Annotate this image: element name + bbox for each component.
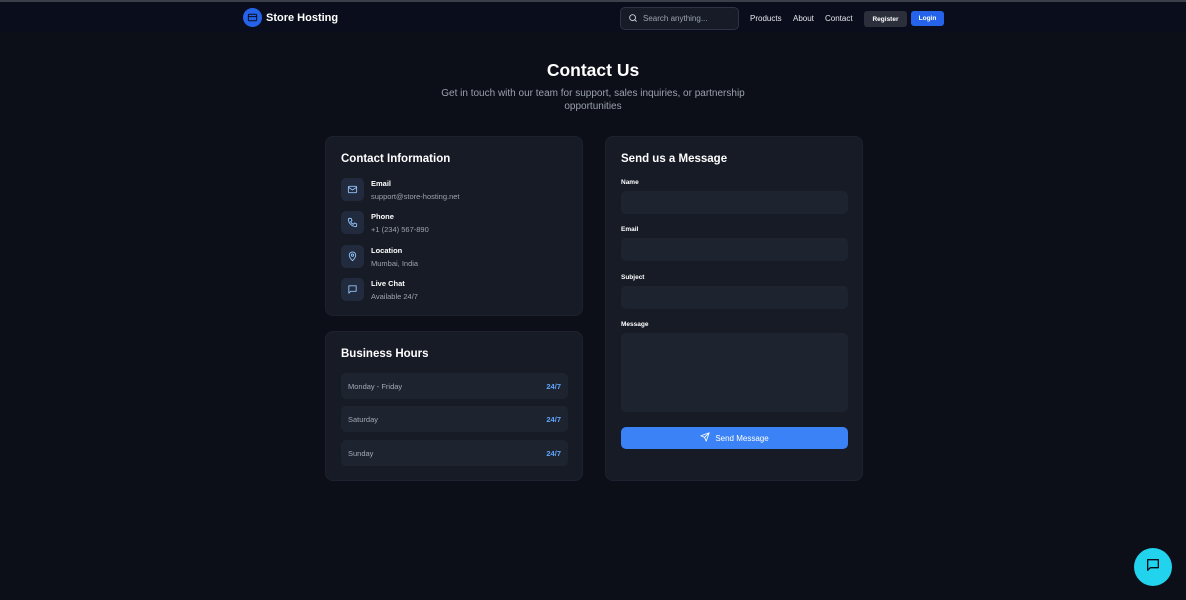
- search-box[interactable]: [620, 7, 739, 30]
- hours-value: 24/7: [546, 381, 561, 391]
- page-title: Contact Us: [546, 60, 640, 80]
- mail-icon: [341, 178, 364, 201]
- email-field[interactable]: [621, 238, 848, 261]
- contact-item-label: Location: [371, 245, 403, 255]
- live-chat-button[interactable]: [1134, 548, 1172, 586]
- contact-info-card: Contact Information Email support@store-…: [325, 136, 583, 316]
- contact-item-label: Email: [371, 178, 392, 188]
- message-form-title: Send us a Message: [621, 153, 728, 165]
- message-form-card: Send us a Message Name Email Subject Mes…: [605, 136, 863, 481]
- top-navbar: Store Hosting Products About Contact Reg…: [0, 2, 1186, 32]
- contact-item-label: Phone: [371, 211, 394, 221]
- phone-icon: [341, 211, 364, 234]
- hours-day: Sunday: [348, 448, 374, 458]
- contact-item-value: Mumbai, India: [371, 258, 419, 268]
- page-subtitle: Get in touch with our team for support, …: [441, 88, 745, 112]
- send-message-label: Send Message: [715, 433, 769, 443]
- subject-field[interactable]: [621, 286, 848, 309]
- contact-info-title: Contact Information: [341, 153, 451, 165]
- search-icon: [628, 10, 638, 28]
- chat-bubble-icon: [341, 278, 364, 301]
- hours-row: Sunday 24/7: [341, 440, 568, 466]
- contact-item-live-chat: Live Chat Available 24/7: [341, 278, 418, 301]
- store-icon: [243, 8, 262, 27]
- chat-bubble-icon: [1145, 557, 1161, 578]
- contact-item-value: Available 24/7: [371, 291, 418, 301]
- message-textarea[interactable]: [621, 333, 848, 412]
- brand-name: Store Hosting: [266, 11, 339, 24]
- login-button[interactable]: Login: [911, 11, 944, 26]
- hours-row: Monday - Friday 24/7: [341, 373, 568, 399]
- contact-item-value: support@store-hosting.net: [371, 191, 460, 201]
- hours-day: Monday - Friday: [348, 381, 403, 391]
- business-hours-title: Business Hours: [341, 348, 429, 360]
- nav-contact[interactable]: Contact: [825, 14, 853, 23]
- hours-value: 24/7: [546, 448, 561, 458]
- business-hours-card: Business Hours Monday - Friday 24/7 Satu…: [325, 331, 583, 481]
- contact-item-value: +1 (234) 567-890: [371, 224, 429, 234]
- register-button[interactable]: Register: [864, 11, 907, 27]
- nav-products[interactable]: Products: [750, 14, 782, 23]
- map-pin-icon: [341, 245, 364, 268]
- message-label: Message: [621, 321, 649, 328]
- hours-value: 24/7: [546, 414, 561, 424]
- subject-label: Subject: [621, 274, 645, 281]
- name-field[interactable]: [621, 191, 848, 214]
- search-input[interactable]: [643, 14, 733, 23]
- contact-item-phone: Phone +1 (234) 567-890: [341, 211, 429, 234]
- email-label: Email: [621, 226, 639, 233]
- contact-item-label: Live Chat: [371, 278, 405, 288]
- send-icon: [700, 432, 710, 444]
- nav-about[interactable]: About: [793, 14, 814, 23]
- contact-item-location: Location Mumbai, India: [341, 245, 418, 268]
- hours-row: Saturday 24/7: [341, 406, 568, 432]
- contact-item-email: Email support@store-hosting.net: [341, 178, 460, 201]
- brand-logo[interactable]: Store Hosting: [243, 8, 338, 27]
- name-label: Name: [621, 179, 639, 186]
- send-message-button[interactable]: Send Message: [621, 427, 848, 449]
- hours-day: Saturday: [348, 414, 379, 424]
